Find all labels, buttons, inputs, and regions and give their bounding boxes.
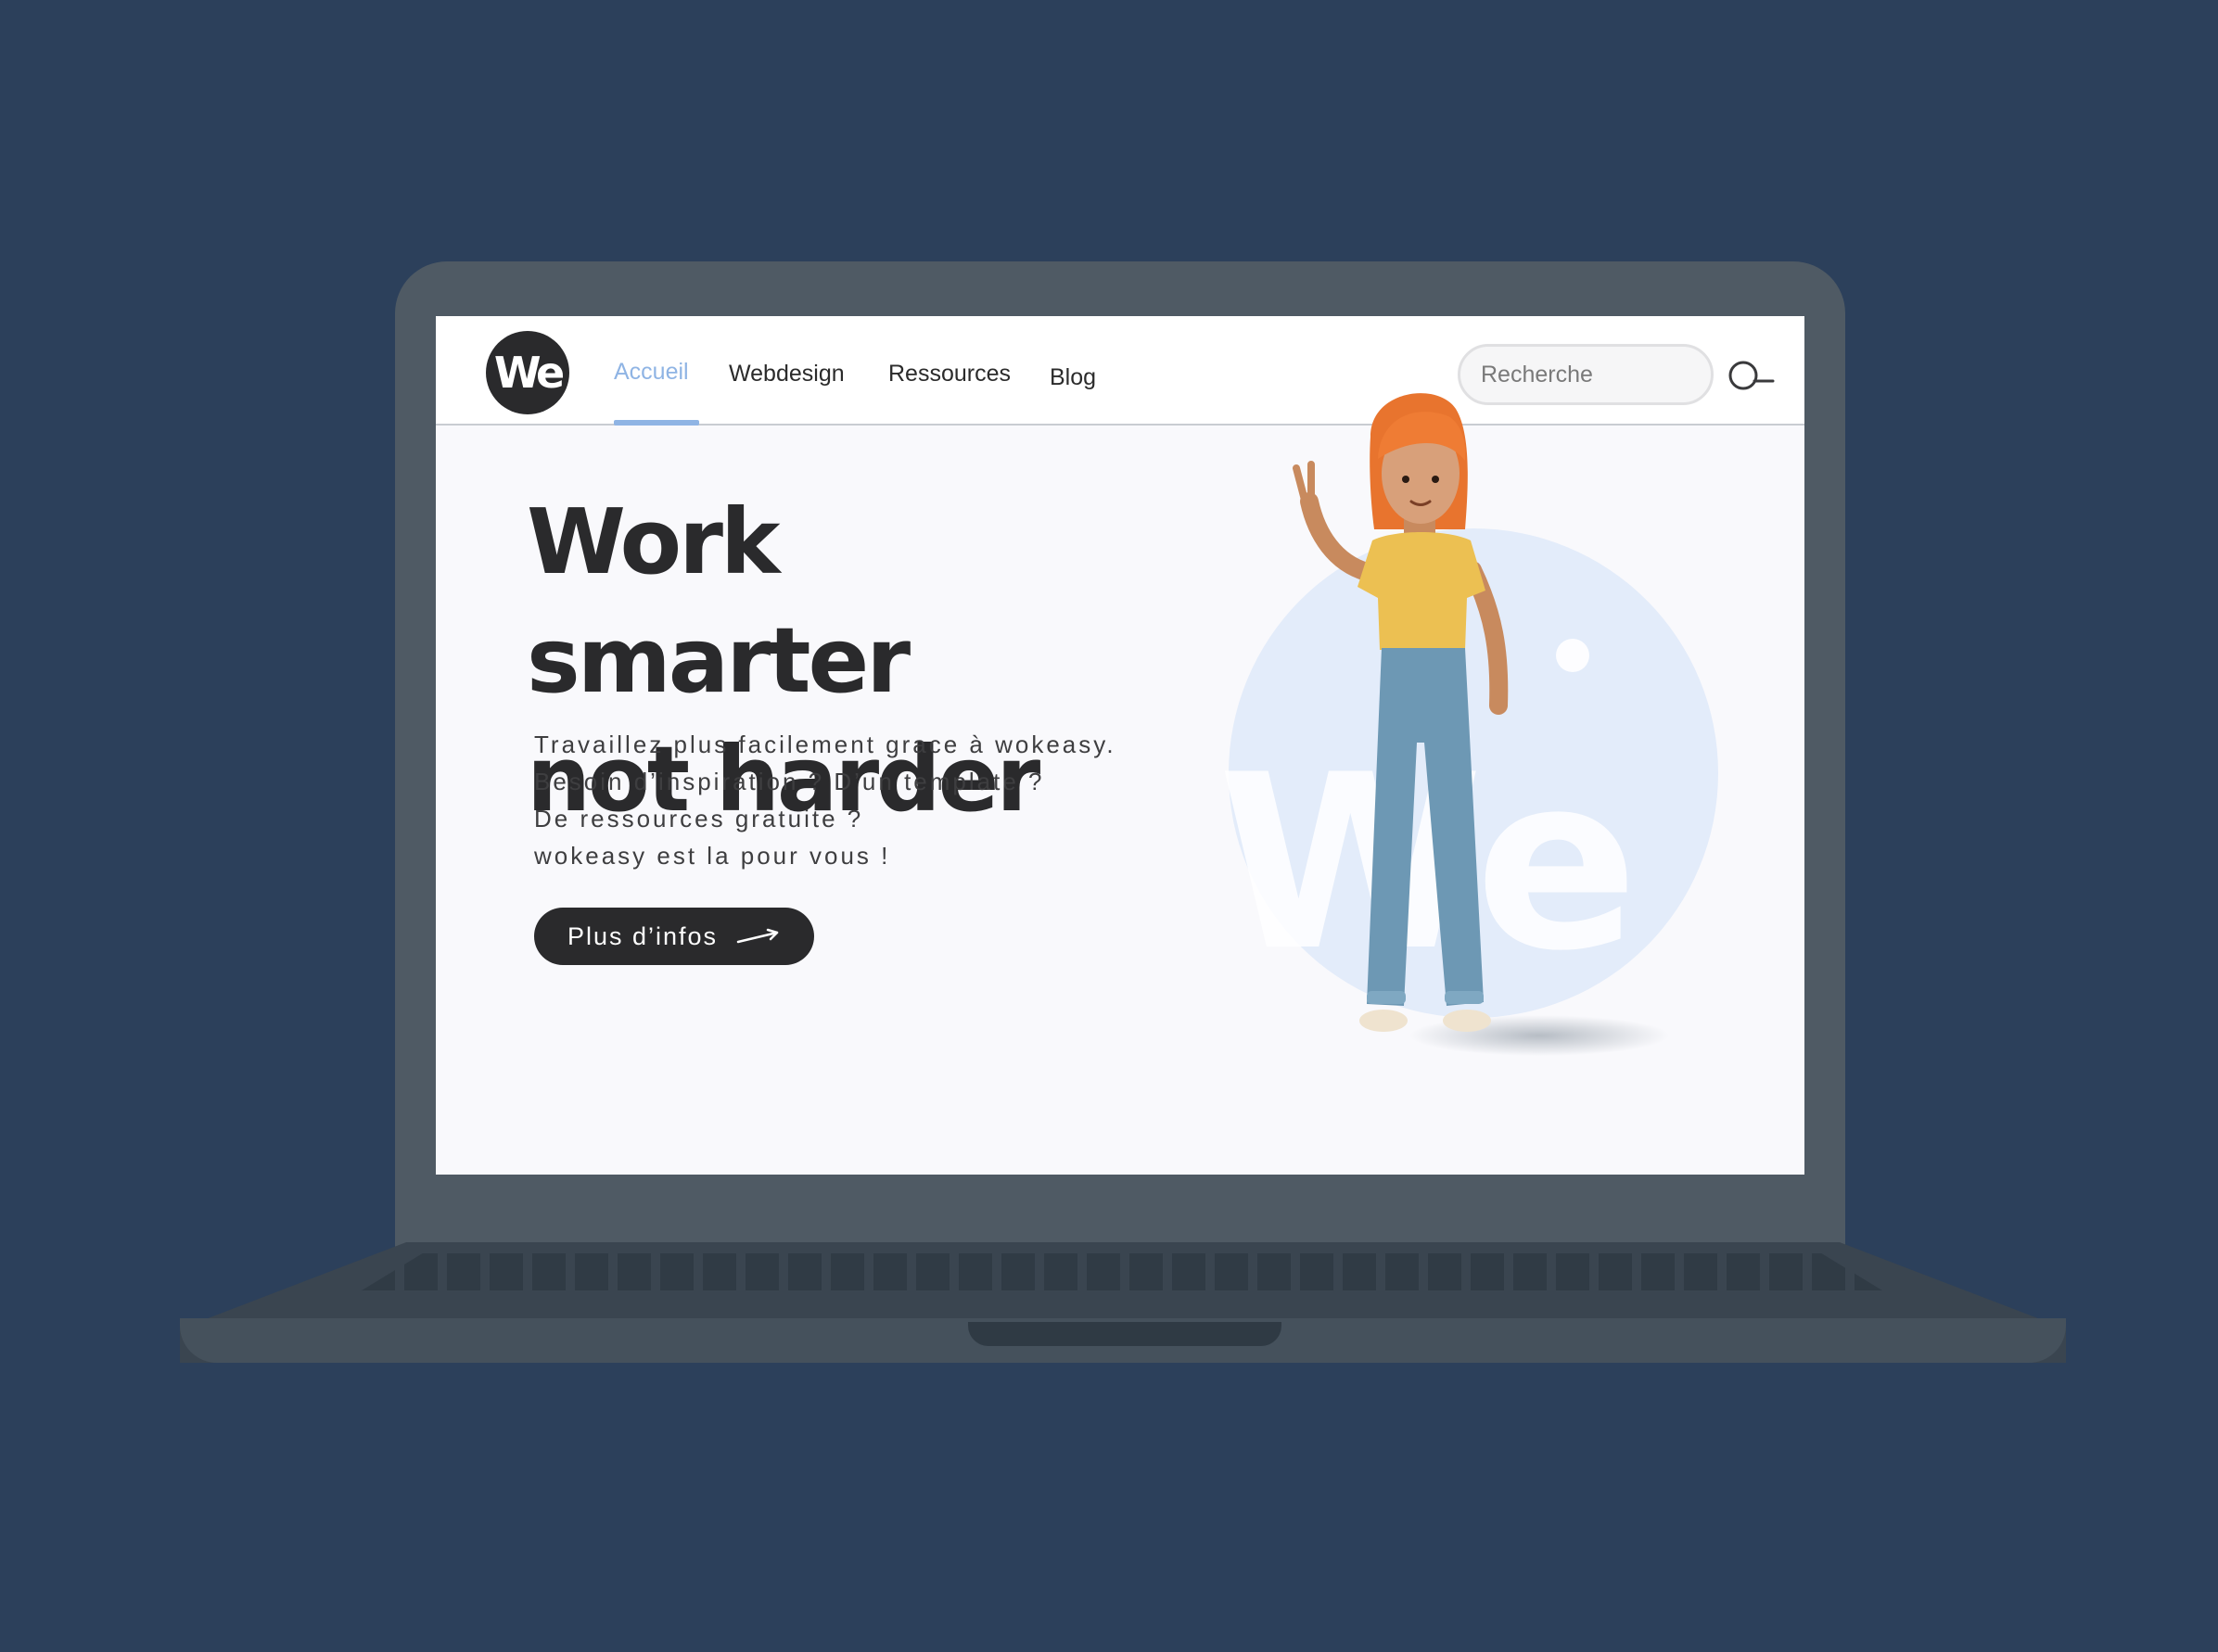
brand-logo[interactable]: We	[486, 331, 569, 414]
nav-active-indicator	[614, 420, 699, 426]
nav-item-blog[interactable]: Blog	[1050, 364, 1096, 391]
arrow-right-icon	[736, 928, 779, 944]
search-icon[interactable]	[1728, 359, 1777, 396]
hero-title-line-1: Work smarter	[527, 489, 911, 713]
hero-text-line-4: wokeasy est la pour vous !	[534, 842, 891, 870]
hero-description: Travaillez plus facilement grace à wokea…	[534, 726, 1202, 874]
more-info-button[interactable]: Plus d’infos	[534, 908, 814, 965]
laptop-screen: We Accueil Webdesign Ressources Blog Wor…	[436, 316, 1804, 1175]
more-info-label: Plus d’infos	[567, 921, 719, 950]
hero-text-line-2: Besoin d’inspiration ? D’un template ?	[534, 768, 1045, 795]
laptop-notch	[968, 1322, 1281, 1346]
hero-text-line-1: Travaillez plus facilement grace à wokea…	[534, 731, 1116, 758]
hero-illustration: We	[1217, 393, 1718, 1056]
nav-item-accueil[interactable]: Accueil	[614, 359, 689, 386]
nav-item-webdesign[interactable]: Webdesign	[729, 361, 845, 388]
laptop-keyboard	[362, 1253, 1882, 1290]
nav-item-ressources[interactable]: Ressources	[888, 361, 1011, 388]
illustration-watermark-dot	[1556, 639, 1589, 672]
hero-text-line-3: De ressources gratuite ?	[534, 805, 864, 832]
